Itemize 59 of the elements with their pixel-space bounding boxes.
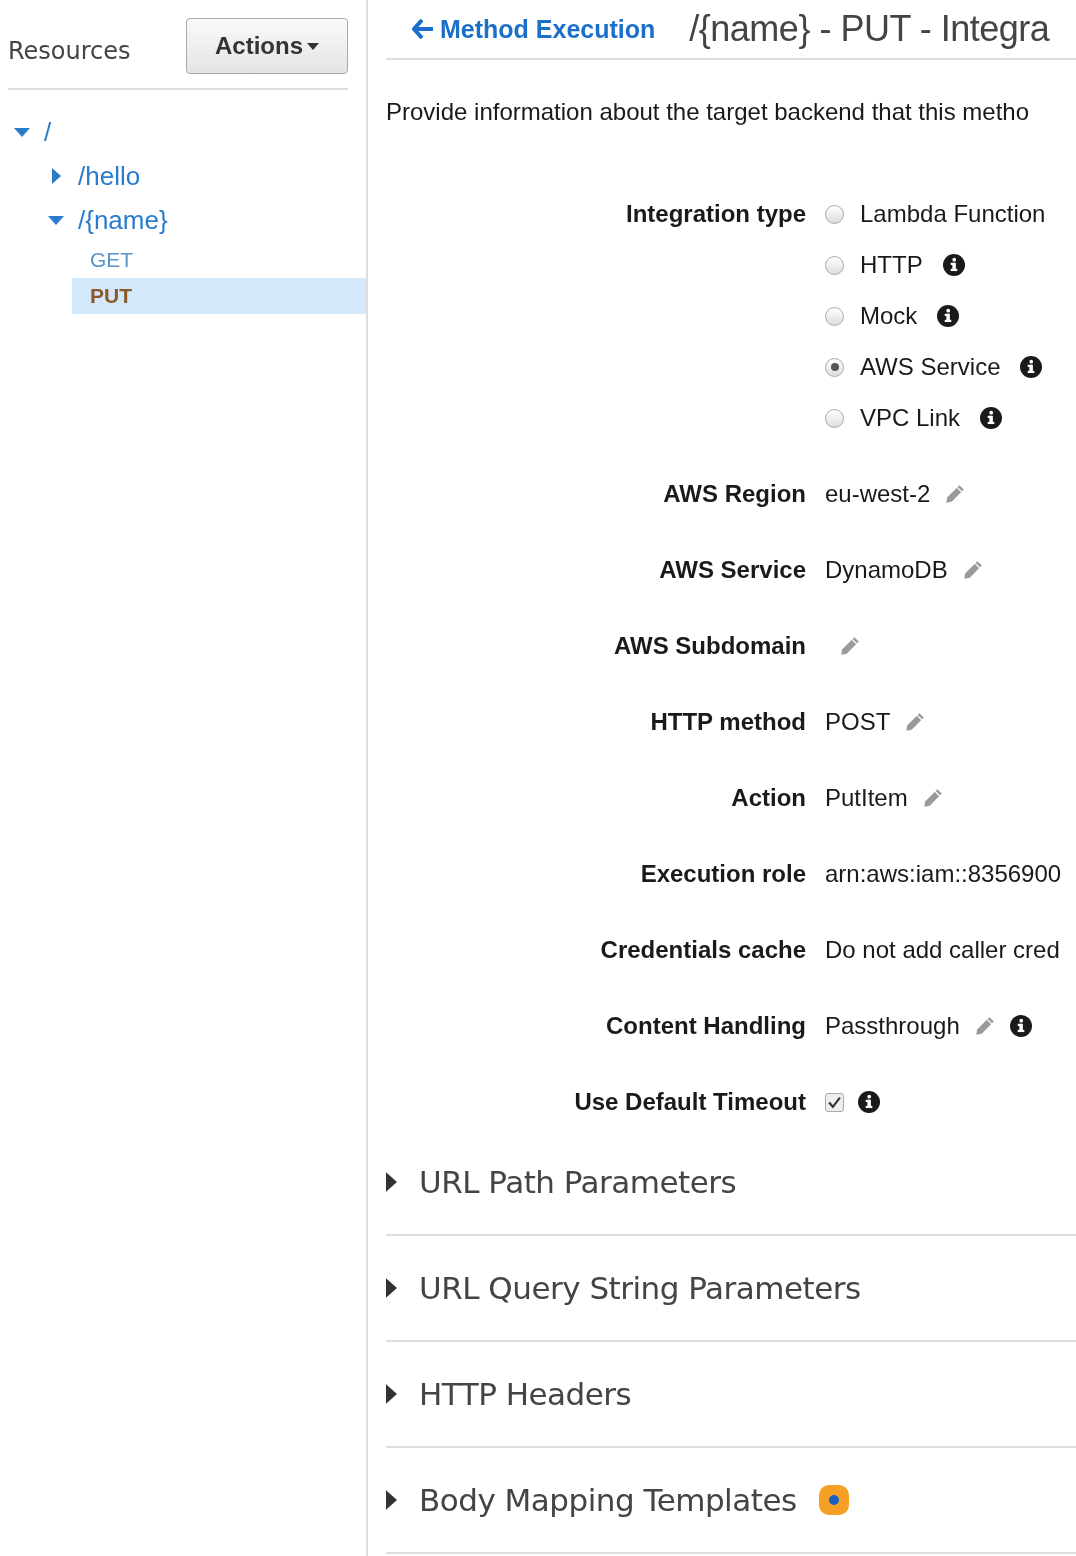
field-value: eu-west-2 [825,479,931,509]
caret-right-icon[interactable] [386,1172,397,1192]
section-header[interactable]: URL Query String Parameters [386,1236,1076,1342]
resource-item[interactable]: /{name} [78,204,168,236]
info-icon[interactable] [1020,356,1043,378]
caret-down-icon[interactable] [307,42,319,50]
pencil-icon[interactable] [839,635,861,657]
caret-right-icon[interactable] [386,1278,397,1298]
info-icon[interactable] [980,407,1003,429]
actions-button[interactable]: Actions [186,18,348,74]
checkbox[interactable] [825,1092,844,1112]
radio-button[interactable] [825,357,844,377]
field-value: PutItem [825,783,908,813]
field-label: Action [730,783,806,813]
pencil-icon[interactable] [961,559,984,581]
back-arrow-icon[interactable] [412,19,434,39]
field-label: Execution role [639,859,806,889]
info-icon[interactable] [942,254,965,276]
caret-right-icon[interactable] [386,1384,397,1404]
pencil-icon[interactable] [921,787,944,809]
page-title: /{name} - PUT - Integra [689,8,1050,50]
info-icon[interactable] [858,1091,880,1113]
resource-item[interactable]: / [44,116,52,148]
field-label: AWS Service [658,555,806,585]
resource-item[interactable]: /hello [78,160,141,192]
radio-button[interactable] [825,306,844,326]
field-label: Use Default Timeout [573,1087,806,1117]
field-label: AWS Subdomain [613,631,806,661]
method-item[interactable]: PUT [72,278,366,314]
back-link[interactable]: Method Execution [386,14,656,44]
pencil-icon[interactable] [944,483,967,505]
radio-button[interactable] [825,255,844,275]
field-value: DynamoDB [825,555,948,585]
option-label[interactable]: AWS Service [860,349,1001,385]
section-header[interactable]: URL Path Parameters [386,1130,1076,1236]
pencil-icon[interactable] [904,711,927,733]
option-label[interactable]: Lambda Function [860,196,1046,232]
field-label: AWS Region [662,479,806,509]
field-value: Passthrough [825,1011,960,1041]
field-value: POST [825,707,891,737]
section-header[interactable]: Body Mapping Templates [386,1448,1076,1554]
pencil-icon[interactable] [973,1015,996,1037]
radio-button[interactable] [825,204,844,224]
panel-title: Resources [8,36,131,65]
section-header[interactable]: HTTP Headers [386,1342,1076,1448]
option-label[interactable]: Mock [860,298,918,334]
field-label: Credentials cache [599,935,806,965]
field-label: Integration type [625,199,806,229]
caret-right-icon[interactable] [386,1490,397,1510]
field-label: Content Handling [605,1011,806,1041]
info-icon[interactable] [937,305,960,327]
radio-button[interactable] [825,408,844,428]
info-icon[interactable] [1009,1015,1032,1037]
field-value: Do not add caller cred [825,935,1060,965]
option-label[interactable]: VPC Link [860,400,961,436]
option-label[interactable]: HTTP [860,247,923,283]
field-value: arn:aws:iam::8356900 [825,859,1062,889]
field-label: HTTP method [649,707,806,737]
description-text: Provide information about the target backend that this metho [386,98,1031,126]
